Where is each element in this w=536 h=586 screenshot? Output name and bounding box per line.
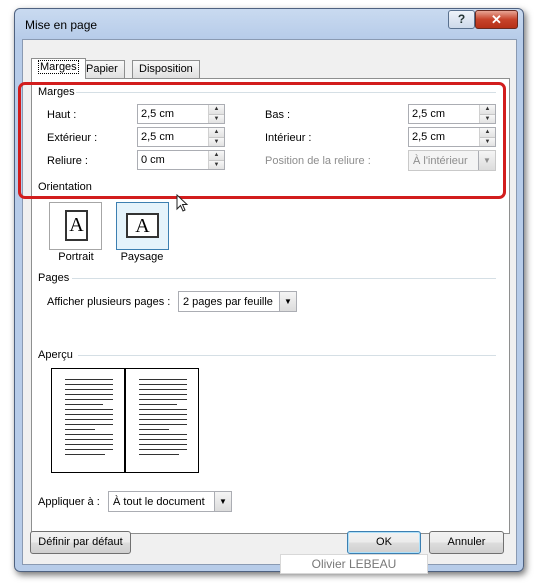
preview-text-line (65, 424, 113, 425)
preview-text-line (139, 444, 187, 445)
preview-text-line (139, 409, 187, 410)
author-watermark: Olivier LEBEAU (280, 554, 428, 574)
preview-left-sheet (52, 369, 126, 472)
portrait-button[interactable]: A (49, 202, 102, 250)
chevron-down-icon[interactable]: ▼ (279, 292, 296, 311)
afficher-pages-value: 2 pages par feuille (183, 296, 273, 308)
portrait-page-icon: A (65, 210, 88, 241)
preview-text-line (65, 394, 113, 395)
preview-text-line (65, 379, 113, 380)
cancel-button[interactable]: Annuler (429, 531, 504, 554)
portrait-label: Portrait (58, 251, 94, 263)
ok-button[interactable]: OK (347, 531, 421, 554)
appliquer-label: Appliquer à : (38, 496, 100, 508)
afficher-label: Afficher plusieurs pages : (47, 296, 171, 308)
page-preview (51, 368, 199, 473)
tab-papier-label: Papier (86, 63, 118, 75)
pages-group-label: Pages (38, 272, 70, 284)
preview-text-line (65, 449, 113, 450)
preview-text-line (65, 389, 113, 390)
paysage-button[interactable]: A (116, 202, 169, 250)
preview-text-line (139, 379, 187, 380)
preview-text-line (139, 384, 187, 385)
help-button[interactable]: ? (448, 10, 475, 29)
preview-text-line (139, 434, 187, 435)
appliquer-select[interactable]: À tout le document ▼ (108, 491, 232, 512)
preview-text-line (65, 414, 113, 415)
preview-text-line (139, 429, 169, 430)
preview-text-line (65, 444, 113, 445)
pages-group-divider (72, 278, 496, 279)
preview-text-line (65, 419, 113, 420)
preview-text-line (139, 424, 187, 425)
preview-text-line (139, 394, 187, 395)
preview-text-line (65, 384, 113, 385)
paysage-label: Paysage (120, 251, 164, 263)
dialog-title: Mise en page (25, 18, 98, 32)
preview-text-line (139, 454, 179, 455)
preview-text-line (139, 399, 187, 400)
preview-text-line (65, 399, 113, 400)
afficher-pages-select[interactable]: 2 pages par feuille ▼ (178, 291, 297, 312)
preview-text-line (65, 404, 103, 405)
tab-marges[interactable]: Marges (31, 58, 86, 79)
mouse-cursor-icon (176, 194, 189, 212)
preview-text-line (139, 404, 177, 405)
preview-right-sheet (124, 369, 198, 472)
tab-disposition[interactable]: Disposition (132, 60, 200, 78)
tab-papier[interactable]: Papier (79, 60, 125, 78)
appliquer-value: À tout le document (113, 496, 205, 508)
preview-text-line (65, 409, 113, 410)
preview-text-line (65, 434, 113, 435)
title-bar[interactable]: Mise en page ? ✕ (15, 9, 523, 39)
preview-text-line (139, 439, 187, 440)
preview-text-line (139, 389, 187, 390)
preview-text-line (139, 449, 187, 450)
tab-disposition-label: Disposition (139, 63, 193, 75)
preview-text-line (65, 454, 105, 455)
set-default-button[interactable]: Définir par défaut (30, 531, 131, 554)
close-button[interactable]: ✕ (475, 10, 518, 29)
orientation-group-label: Orientation (38, 181, 92, 193)
preview-text-line (65, 439, 113, 440)
landscape-page-icon: A (126, 213, 159, 238)
preview-text-line (139, 419, 187, 420)
preview-text-line (65, 429, 95, 430)
tab-marges-label: Marges (38, 60, 79, 74)
apercu-group-label: Aperçu (38, 349, 73, 361)
apercu-group-divider (78, 355, 496, 356)
chevron-down-icon[interactable]: ▼ (214, 492, 231, 511)
preview-text-line (139, 414, 187, 415)
